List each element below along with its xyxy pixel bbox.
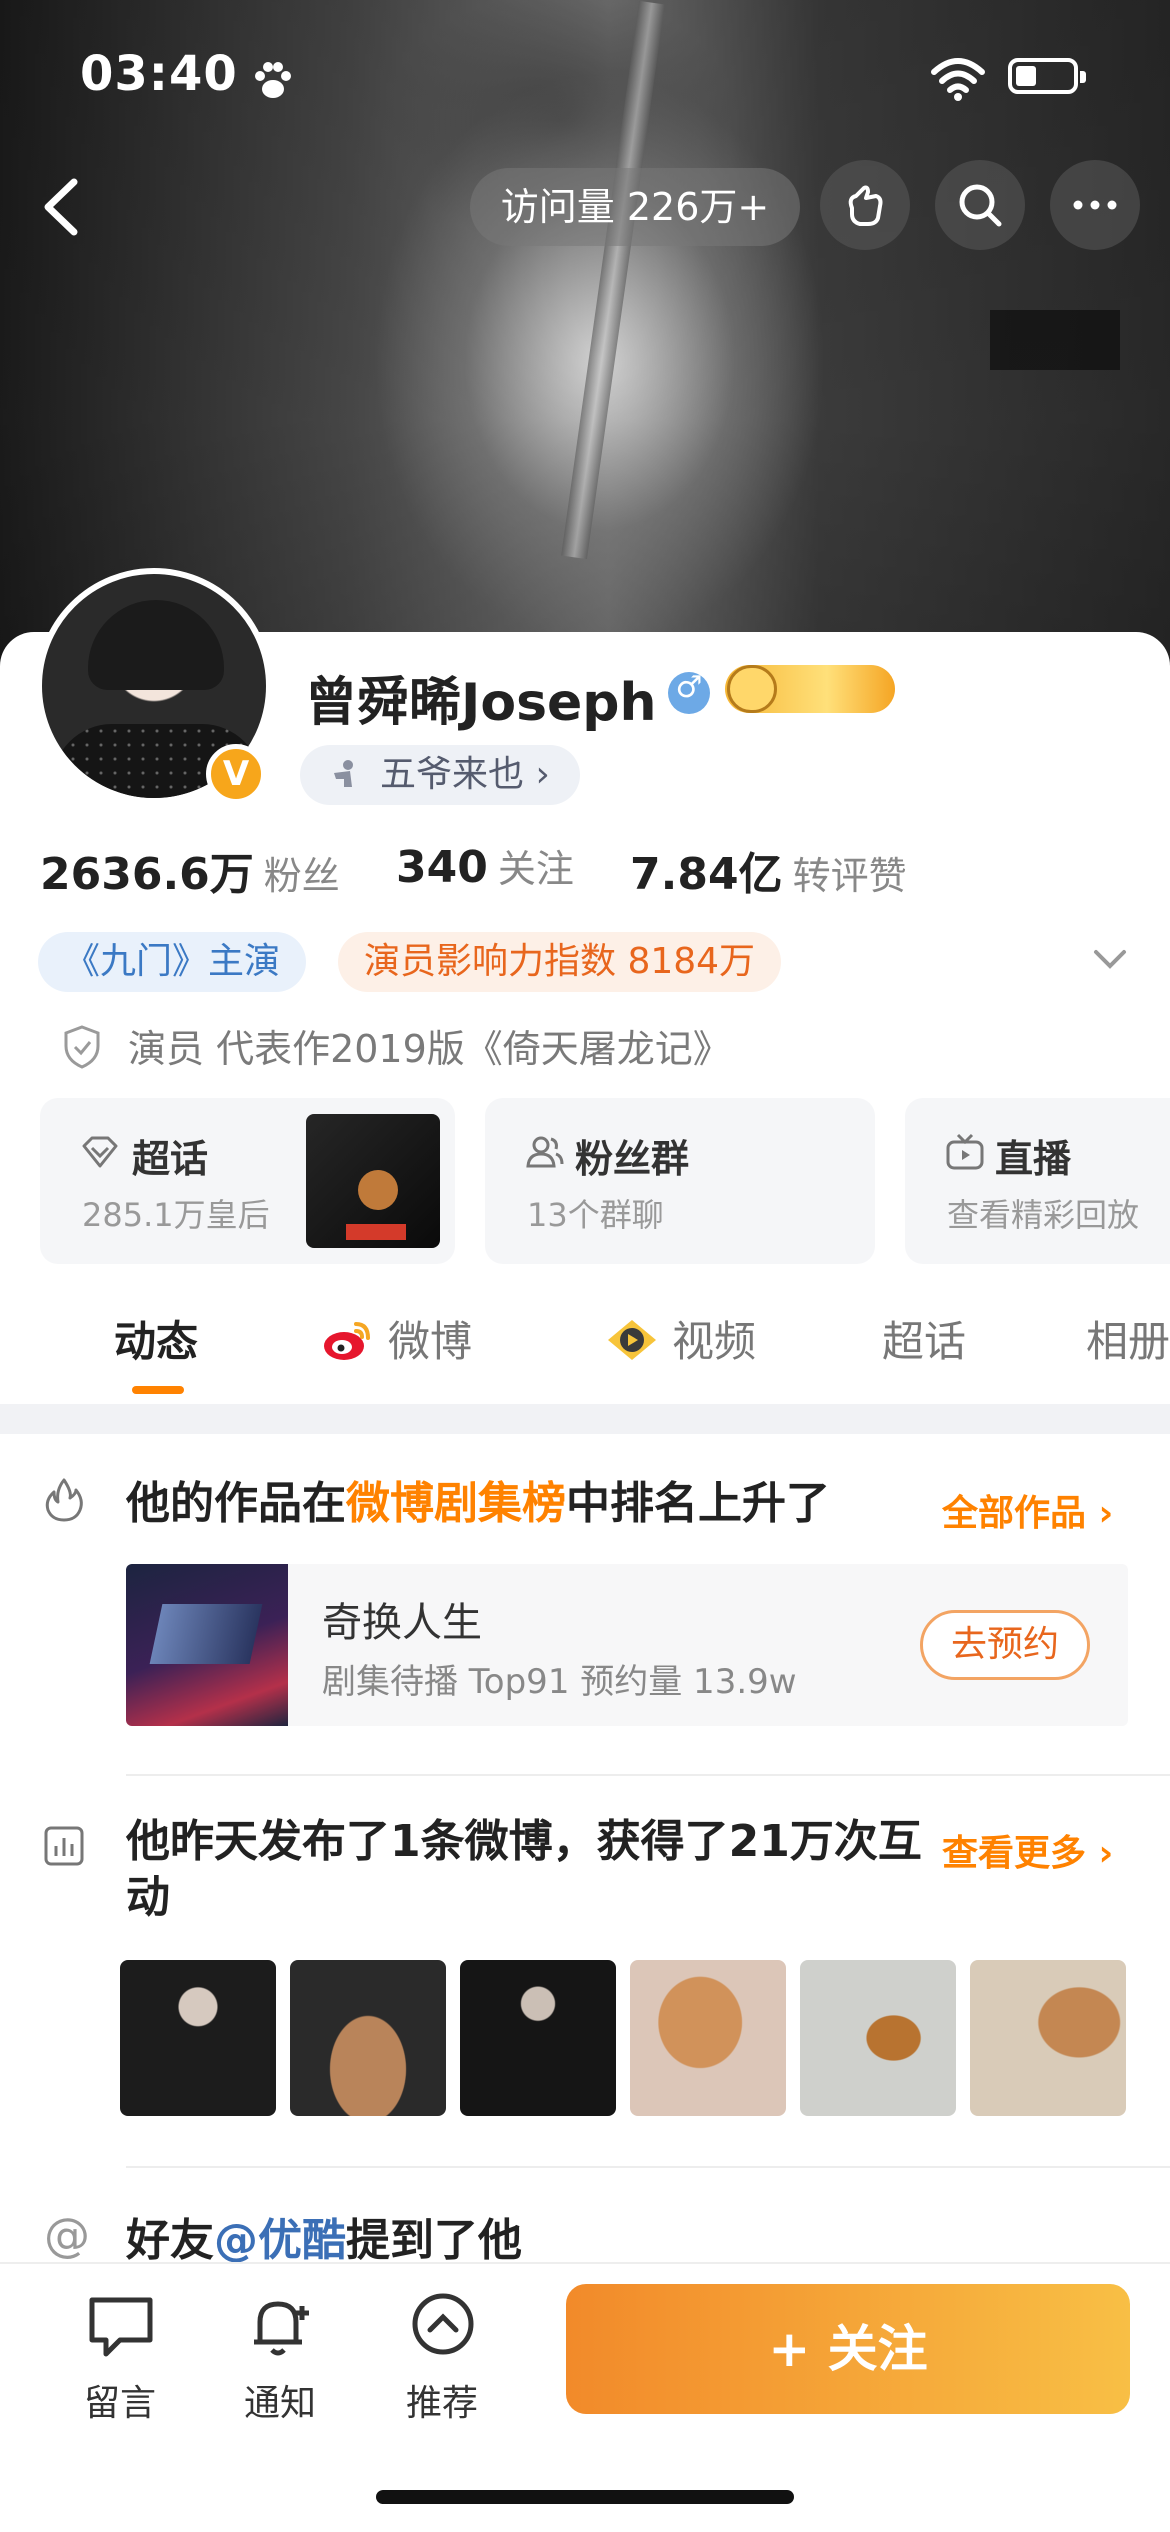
active-tab-indicator [132, 1386, 184, 1394]
mention-text: 好友@优酷提到了他 [126, 2215, 522, 2266]
stat-fans[interactable]: 2636.6万 粉丝 [40, 838, 340, 902]
tab-dynamics[interactable]: 动态 [114, 1308, 198, 1369]
drama-poster-thumbnail [306, 1114, 440, 1248]
section-divider [0, 1404, 1170, 1434]
feature-card-live[interactable]: 直播 查看精彩回放 [905, 1098, 1170, 1264]
tab-video-label: 视频 [672, 1317, 757, 1366]
back-arrow-icon[interactable] [30, 172, 90, 242]
feature-card-subtitle: 13个群聊 [527, 1196, 664, 1234]
post-thumbnail[interactable] [460, 1960, 616, 2116]
divider [126, 2166, 1170, 2168]
chevron-down-icon[interactable] [1090, 944, 1130, 974]
feature-card-title: 直播 [995, 1137, 1072, 1181]
flame-icon [45, 1478, 83, 1522]
feature-card-subtitle: 查看精彩回放 [947, 1196, 1140, 1234]
more-dots-icon [1073, 200, 1117, 210]
profile-tag-pill[interactable]: 五爷来也 › [300, 745, 580, 805]
follow-button[interactable]: + 关注 [566, 2284, 1130, 2414]
at-sign-icon: @ [44, 2208, 90, 2262]
profile-tabs: 动态 微博 视频 超话 相册 [0, 1298, 1170, 1398]
stat-following-value: 340 [396, 842, 488, 893]
diamond-icon [82, 1136, 118, 1168]
post-thumbnail[interactable] [630, 1960, 786, 2116]
message-bubble-icon [89, 2297, 153, 2357]
message-label: 留言 [83, 2383, 156, 2424]
group-icon [526, 1136, 564, 1168]
show-card[interactable]: 奇换人生 剧集待播 Top91 预约量 13.9w 去预约 [126, 1564, 1128, 1726]
post-thumbnail[interactable] [800, 1960, 956, 2116]
search-icon [959, 184, 1002, 227]
show-title: 奇换人生 [322, 1600, 482, 1646]
status-bar: 03:40 [0, 40, 1170, 120]
chip-drama-role[interactable]: 《九门》主演 [38, 932, 307, 992]
visit-count-pill[interactable]: 访问量 226万+ [470, 168, 800, 246]
tab-video[interactable]: 视频 [604, 1308, 756, 1369]
search-button[interactable] [935, 160, 1025, 250]
stat-interactions-value: 7.84亿 [630, 849, 783, 900]
divider [126, 1774, 1170, 1776]
feature-card-supertopic[interactable]: 超话 285.1万皇后 [40, 1098, 455, 1264]
status-time: 03:40 [80, 46, 238, 102]
stat-fans-label: 粉丝 [263, 854, 340, 898]
weibo-logo-icon [324, 1322, 370, 1360]
stat-following[interactable]: 340 关注 [396, 838, 574, 893]
male-gender-icon [668, 670, 710, 714]
notify-button[interactable]: 通知 [220, 2292, 340, 2432]
like-hand-button[interactable] [820, 160, 910, 250]
feature-card-subtitle: 285.1万皇后 [82, 1196, 270, 1234]
paw-icon [255, 62, 291, 98]
post-thumbnails [120, 1960, 1140, 2116]
notify-label: 通知 [243, 2383, 316, 2424]
ranking-section-title: 他的作品在微博剧集榜中排名上升了 [126, 1478, 830, 1529]
home-indicator [376, 2490, 794, 2504]
reserve-button[interactable]: 去预约 [920, 1610, 1090, 1680]
video-badge-icon [608, 1320, 656, 1360]
show-meta: 剧集待播 Top91 预约量 13.9w [322, 1662, 797, 1702]
bell-plus-icon [254, 2301, 309, 2356]
feature-card-fan-group[interactable]: 粉丝群 13个群聊 [485, 1098, 875, 1264]
tab-supertopic[interactable]: 超话 [882, 1308, 966, 1369]
stat-fans-value: 2636.6万 [40, 849, 254, 900]
verified-badge: V [206, 744, 266, 804]
chip-influence-index[interactable]: 演员影响力指数 8184万 [338, 932, 782, 992]
show-poster-thumbnail [126, 1564, 288, 1726]
tab-weibo-label: 微博 [388, 1317, 473, 1366]
all-works-link[interactable]: 全部作品 › [942, 1484, 1113, 1536]
stat-interactions-label: 转评赞 [792, 854, 907, 898]
profile-name: 曾舜晞Joseph [305, 673, 657, 733]
tab-weibo[interactable]: 微博 [320, 1308, 472, 1369]
recommend-button[interactable]: 推荐 [382, 2292, 502, 2432]
message-button[interactable]: 留言 [60, 2292, 180, 2432]
stat-following-label: 关注 [497, 847, 574, 891]
post-thumbnail[interactable] [290, 1960, 446, 2116]
wifi-icon [931, 58, 985, 101]
description-text: 演员 代表作2019版《倚天屠龙记》 [128, 1027, 731, 1071]
member-rank-badge[interactable] [725, 665, 895, 713]
activity-section-title: 他昨天发布了1条微博，获得了21万次互动 [126, 1816, 922, 1923]
stat-interactions[interactable]: 7.84亿 转评赞 [630, 838, 907, 902]
figure-icon [334, 760, 353, 787]
post-thumbnail[interactable] [120, 1960, 276, 2116]
shield-icon [64, 1025, 100, 1069]
tab-album[interactable]: 相册 [1086, 1308, 1170, 1369]
more-button[interactable] [1050, 160, 1140, 250]
mention-account-link[interactable]: @优酷 [214, 2215, 346, 2266]
bar-chart-icon [44, 1826, 84, 1866]
hand-icon [848, 185, 883, 226]
battery-icon [1008, 58, 1086, 94]
see-more-link[interactable]: 查看更多 › [942, 1824, 1113, 1876]
recommend-label: 推荐 [405, 2383, 478, 2424]
feature-card-title: 粉丝群 [575, 1137, 690, 1181]
tv-icon [946, 1133, 984, 1170]
bottom-action-bar: 留言 通知 推荐 + 关注 [0, 2262, 1170, 2532]
feature-card-title: 超话 [132, 1137, 209, 1181]
post-thumbnail[interactable] [970, 1960, 1126, 2116]
profile-tag-label: 五爷来也 › [380, 754, 550, 795]
chevron-up-circle-icon [412, 2293, 474, 2355]
